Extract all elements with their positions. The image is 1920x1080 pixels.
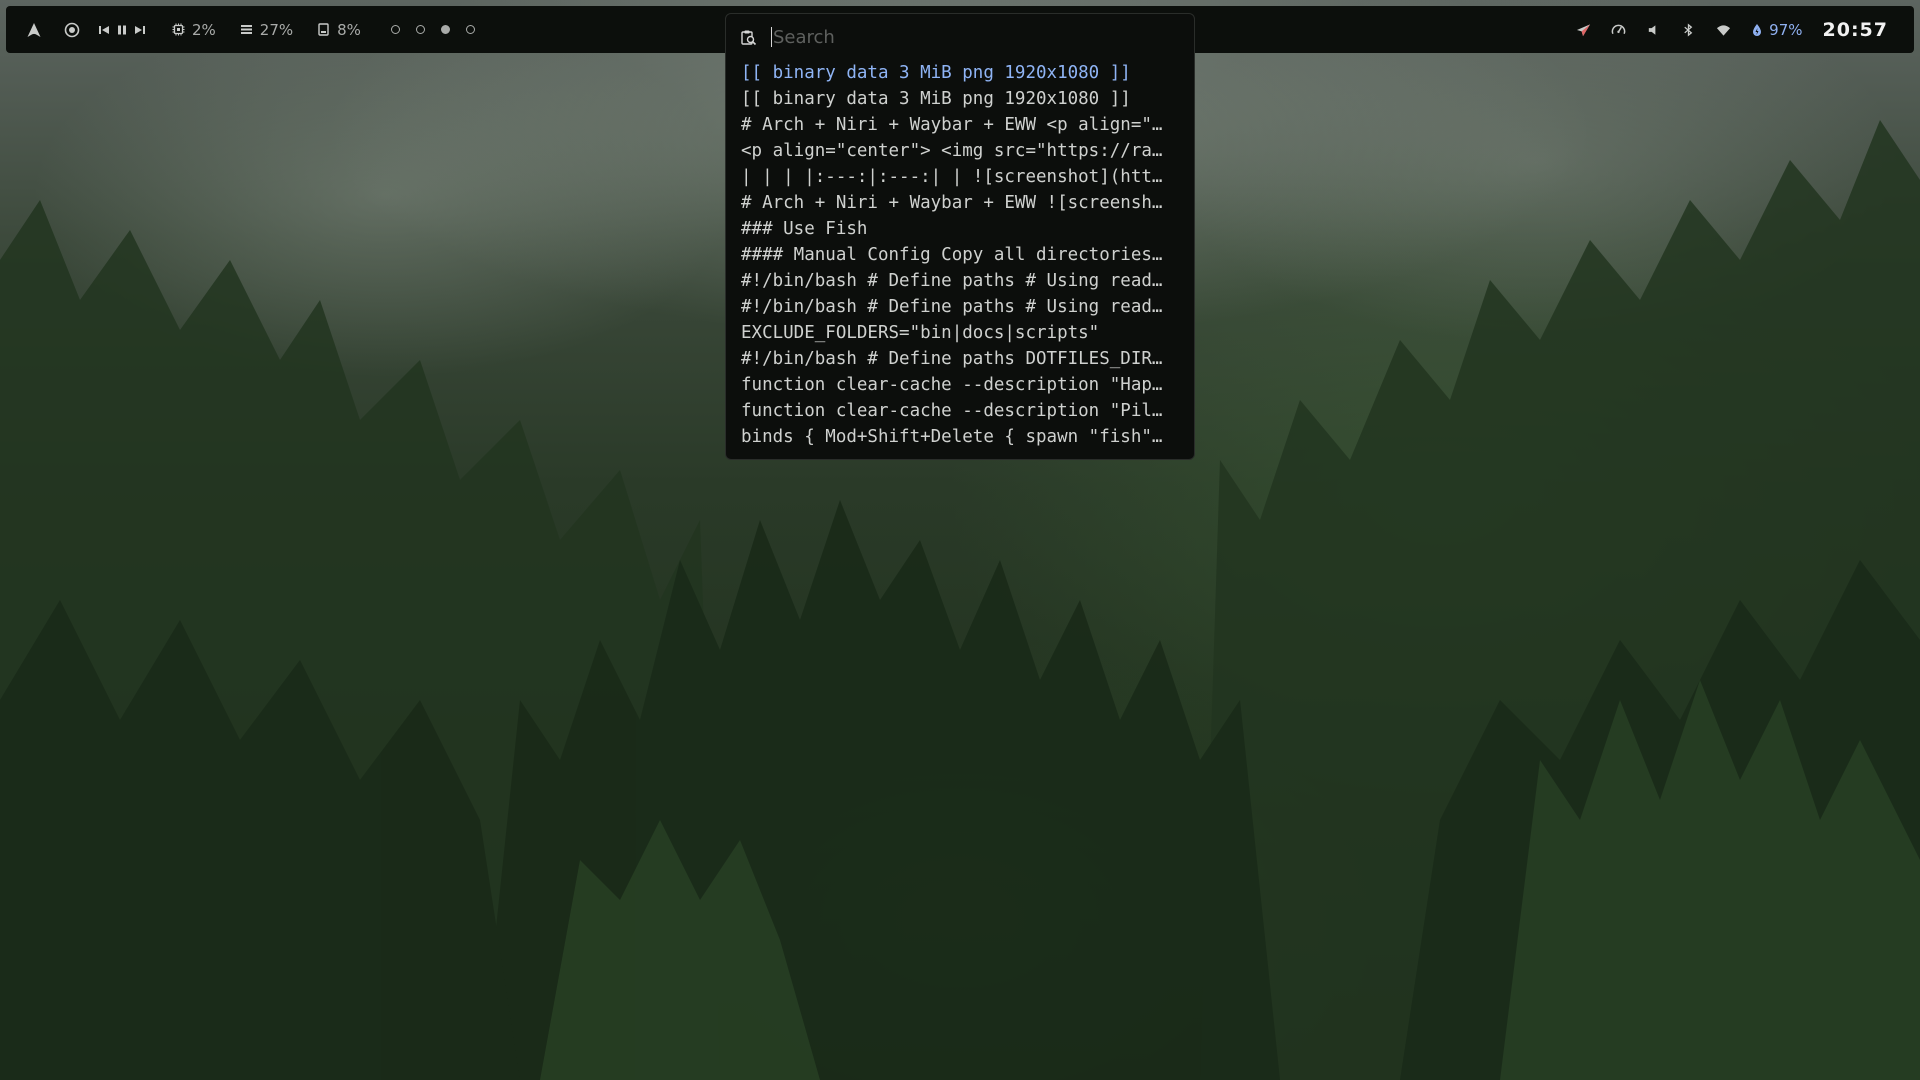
- disk-value: 8%: [337, 20, 361, 39]
- arch-logo-icon[interactable]: [26, 22, 42, 38]
- clipboard-search-icon: [740, 29, 757, 46]
- search-input[interactable]: [773, 26, 1153, 48]
- bluetooth-icon[interactable]: [1681, 22, 1696, 37]
- battery-charging-icon: [1751, 23, 1763, 37]
- bar-left-section: 2% 27% 8%: [26, 6, 475, 53]
- send-icon[interactable]: [1576, 22, 1591, 37]
- cpu-value: 2%: [192, 20, 216, 39]
- music-disc-icon[interactable]: [64, 22, 80, 38]
- previous-icon[interactable]: [98, 24, 110, 36]
- speedometer-icon[interactable]: [1611, 22, 1626, 37]
- clipboard-item[interactable]: function clear-cache --description "Pil…: [741, 398, 1181, 424]
- pause-icon[interactable]: [116, 24, 128, 36]
- clipboard-item[interactable]: | | | |:---:|:---:| | ![screenshot](htt…: [741, 164, 1181, 190]
- media-controls: [98, 24, 146, 36]
- disk-stat[interactable]: 8%: [317, 21, 361, 39]
- clipboard-item[interactable]: [[ binary data 3 MiB png 1920x1080 ]]: [741, 86, 1181, 112]
- battery-status[interactable]: 97%: [1751, 20, 1803, 39]
- clipboard-item[interactable]: #### Manual Config Copy all directories…: [741, 242, 1181, 268]
- workspace-indicators: [390, 25, 475, 34]
- clipboard-item[interactable]: function clear-cache --description "Hap…: [741, 372, 1181, 398]
- clipboard-item[interactable]: #!/bin/bash # Define paths # Using read…: [741, 294, 1181, 320]
- wifi-icon[interactable]: [1716, 22, 1731, 37]
- clipboard-history-list: [[ binary data 3 MiB png 1920x1080 ]][[ …: [726, 60, 1194, 450]
- clipboard-item[interactable]: <p align="center"> <img src="https://ra…: [741, 138, 1181, 164]
- clipboard-item[interactable]: # Arch + Niri + Waybar + EWW ![screensh…: [741, 190, 1181, 216]
- cpu-icon: [172, 23, 185, 36]
- bar-right-section: 97% 20:57: [1576, 6, 1888, 53]
- clipboard-item[interactable]: #!/bin/bash # Define paths DOTFILES_DIR…: [741, 346, 1181, 372]
- memory-icon: [240, 23, 253, 36]
- search-row: [726, 14, 1194, 60]
- workspace-dot[interactable]: [390, 25, 400, 34]
- clock[interactable]: 20:57: [1823, 19, 1888, 41]
- next-icon[interactable]: [134, 24, 146, 36]
- workspace-dot[interactable]: [415, 25, 425, 34]
- battery-value: 97%: [1769, 20, 1803, 39]
- system-tray: [1576, 22, 1731, 37]
- clipboard-item[interactable]: #!/bin/bash # Define paths # Using read…: [741, 268, 1181, 294]
- workspace-dot-active[interactable]: [440, 25, 450, 34]
- clipboard-item-selected[interactable]: [[ binary data 3 MiB png 1920x1080 ]]: [741, 60, 1181, 86]
- memory-value: 27%: [259, 20, 294, 39]
- memory-stat[interactable]: 27%: [240, 21, 293, 39]
- volume-icon[interactable]: [1646, 22, 1661, 37]
- text-caret: [771, 27, 772, 47]
- clipboard-item[interactable]: # Arch + Niri + Waybar + EWW <p align="…: [741, 112, 1181, 138]
- clipboard-item[interactable]: EXCLUDE_FOLDERS="bin|docs|scripts": [741, 320, 1181, 346]
- cpu-stat[interactable]: 2%: [172, 21, 216, 39]
- clipboard-item[interactable]: ### Use Fish: [741, 216, 1181, 242]
- disk-icon: [317, 23, 330, 36]
- workspace-dot[interactable]: [465, 25, 475, 34]
- clipboard-launcher: [[ binary data 3 MiB png 1920x1080 ]][[ …: [725, 13, 1195, 460]
- clipboard-item[interactable]: binds { Mod+Shift+Delete { spawn "fish"…: [741, 424, 1181, 450]
